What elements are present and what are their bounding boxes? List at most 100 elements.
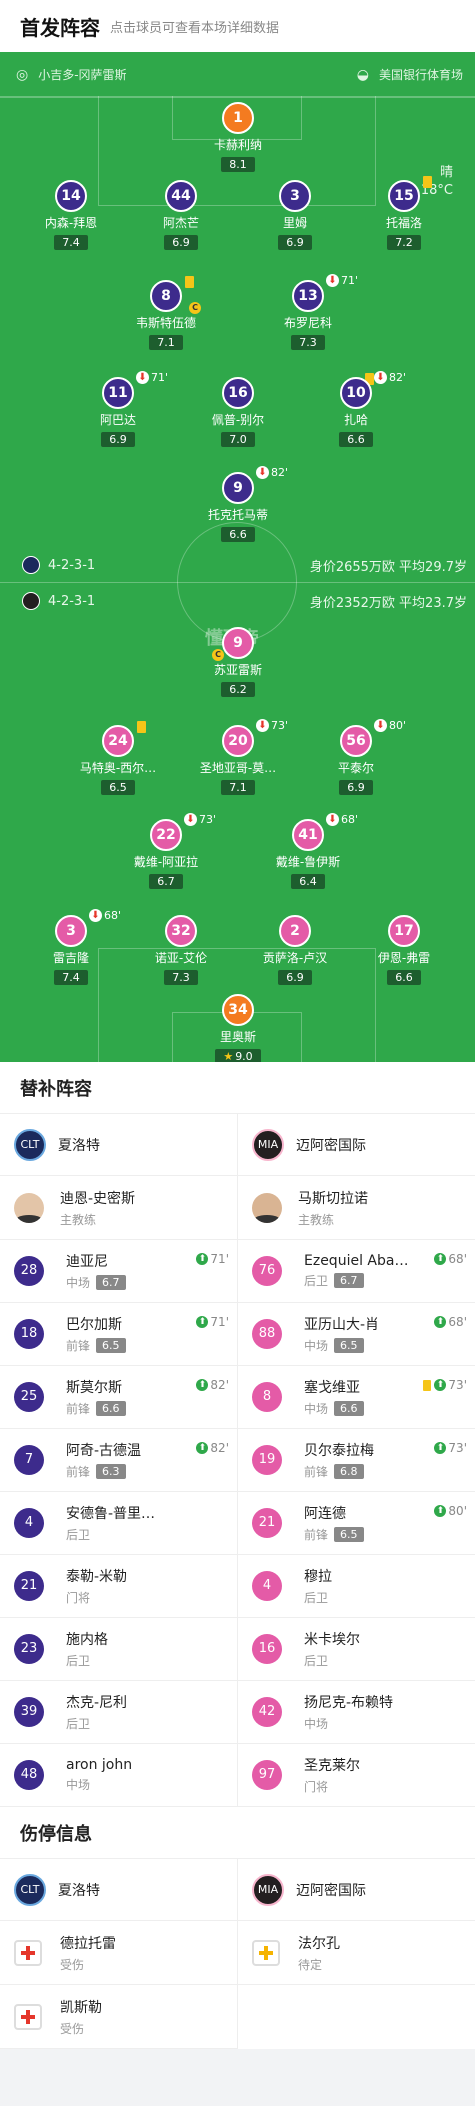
- coach-role: 主教练: [60, 1212, 97, 1227]
- player-position: 后卫: [66, 1654, 91, 1668]
- player-info: 施内格 后卫: [66, 1629, 108, 1669]
- away-injuries-team[interactable]: MIA 迈阿密国际: [238, 1859, 475, 1921]
- home-player-8[interactable]: ⬇ 71' 11 阿巴达 6.9: [63, 371, 173, 447]
- sub-player-row[interactable]: 21 泰勒-米勒 门将: [0, 1555, 237, 1618]
- home-player-11[interactable]: ⬇ 82' 9 托克托马蒂 6.6: [183, 466, 293, 542]
- sub-on-icon: ⬆: [434, 1505, 447, 1517]
- player-info: 米卡埃尔 后卫: [304, 1629, 360, 1669]
- away-player-5[interactable]: ⬇ 73' 22 戴维-阿亚拉 6.7: [111, 813, 221, 889]
- sub-minute: 71': [151, 371, 169, 384]
- injury-row[interactable]: 法尔孔 待定: [238, 1921, 475, 1985]
- player-rating: 6.6: [387, 970, 421, 985]
- home-player-5[interactable]: 15 托福洛 7.2: [349, 176, 459, 250]
- sub-player-row[interactable]: 18 巴尔加斯 前锋 6.5 ⬆ 71': [0, 1303, 237, 1366]
- coach-avatar: [252, 1192, 282, 1223]
- captain-badge: C: [212, 649, 224, 661]
- sub-on-icon: ⬆: [434, 1316, 447, 1328]
- player-name: 迪亚尼: [66, 1254, 108, 1270]
- sub-player-row[interactable]: 21 阿连德 前锋 6.5 ⬆ 80': [238, 1492, 475, 1555]
- player-meta: 后卫: [66, 1715, 127, 1732]
- sub-player-row[interactable]: 48 aron john 中场: [0, 1744, 237, 1807]
- away-player-7[interactable]: ⬇ 68' 3 雷吉隆 7.4: [16, 909, 126, 985]
- away-player-10[interactable]: 17 伊恩-弗雷 6.6: [349, 915, 459, 985]
- sub-on-badge: ⬆ 71': [196, 1315, 229, 1329]
- sub-player-row[interactable]: 76 Ezequiel Aba… 后卫 6.7 ⬆ 68': [238, 1240, 475, 1303]
- home-player-10[interactable]: ⬇ 82' 10 扎哈 6.6: [301, 371, 411, 447]
- home-player-3[interactable]: 44 阿杰芒 6.9: [126, 180, 236, 250]
- player-number: 8C: [150, 280, 201, 314]
- player-position: 前锋: [304, 1528, 329, 1542]
- away-subs-team[interactable]: MIA 迈阿密国际: [238, 1114, 475, 1176]
- sub-player-row[interactable]: 23 施内格 后卫: [0, 1618, 237, 1681]
- player-info: aron john 中场: [66, 1757, 132, 1793]
- player-name: 安德鲁-普里…: [66, 1506, 156, 1522]
- home-player-7[interactable]: ⬇ 71' 13 布罗尼科 7.3: [253, 274, 363, 350]
- player-info: 贝尔泰拉梅 前锋 6.8: [304, 1440, 374, 1480]
- stadium-icon: ◒: [356, 66, 369, 83]
- player-info: 泰勒-米勒 门将: [66, 1566, 127, 1606]
- sub-on-icon: ⬆: [196, 1253, 209, 1265]
- player-info: 阿连德 前锋 6.5: [304, 1503, 364, 1543]
- away-formation-row: 4-2-3-1: [22, 592, 95, 610]
- sub-off-icon: ⬇: [326, 813, 339, 826]
- home-player-9[interactable]: 16 佩普-别尔 7.0: [183, 377, 293, 447]
- sub-player-row[interactable]: 4 穆拉 后卫: [238, 1555, 475, 1618]
- sub-off-icon: ⬇: [256, 719, 269, 732]
- player-name: 泰勒-米勒: [66, 1569, 128, 1585]
- player-rating: 6.3: [96, 1464, 126, 1479]
- player-rating: 7.3: [291, 335, 325, 350]
- sub-player-row[interactable]: 39 杰克-尼利 后卫: [0, 1681, 237, 1744]
- player-meta: 后卫: [66, 1526, 155, 1543]
- home-player-1[interactable]: 1 卡赫利纳 8.1: [183, 102, 293, 172]
- player-number: 22: [150, 819, 182, 851]
- home-formation: 4-2-3-1: [48, 557, 96, 573]
- player-number: 10: [340, 377, 372, 409]
- player-number: 9: [222, 472, 254, 504]
- player-position: 前锋: [304, 1465, 329, 1479]
- player-name: 托克托马蒂: [207, 508, 268, 522]
- sub-player-row[interactable]: 42 扬尼克-布赖特 中场: [238, 1681, 475, 1744]
- sub-player-row[interactable]: 25 斯莫尔斯 前锋 6.6 ⬆ 82': [0, 1366, 237, 1429]
- sub-off-icon: ⬇: [326, 274, 339, 287]
- player-meta: 后卫 6.7: [304, 1272, 408, 1289]
- player-position: 前锋: [66, 1402, 91, 1416]
- injury-row[interactable]: 德拉托雷 受伤: [0, 1921, 237, 1985]
- sub-on-icon: ⬆: [434, 1253, 447, 1265]
- player-number: 4: [14, 1508, 44, 1538]
- yellow-card-icon: [423, 1379, 432, 1391]
- away-coach-row[interactable]: 马斯切拉诺 主教练: [238, 1176, 475, 1240]
- sub-player-row[interactable]: 4 安德鲁-普里… 后卫: [0, 1492, 237, 1555]
- away-player-1[interactable]: 9C 苏亚雷斯 6.2: [183, 627, 293, 697]
- away-player-11[interactable]: 34 里奥斯 ★ 9.0: [183, 994, 293, 1062]
- away-player-2[interactable]: 24 马特奥-西尔… 6.5: [63, 721, 173, 795]
- home-player-6[interactable]: 8C 韦斯特伍德 7.1: [111, 276, 221, 350]
- away-player-6[interactable]: ⬇ 68' 41 戴维-鲁伊斯 6.4: [253, 813, 363, 889]
- home-player-2[interactable]: 14 内森-拜恩 7.4: [16, 180, 126, 250]
- sub-player-row[interactable]: 19 贝尔泰拉梅 前锋 6.8 ⬆ 73': [238, 1429, 475, 1492]
- away-player-9[interactable]: 2 贡萨洛-卢汉 6.9: [240, 915, 350, 985]
- away-player-8[interactable]: 32 诺亚-艾伦 7.3: [126, 915, 236, 985]
- footer-space: [0, 2049, 475, 2105]
- sub-player-row[interactable]: 8 塞戈维亚 中场 6.6 ⬆ 73': [238, 1366, 475, 1429]
- home-player-4[interactable]: 3 里姆 6.9: [240, 180, 350, 250]
- sub-player-row[interactable]: 7 阿奇-古德温 前锋 6.3 ⬆ 82': [0, 1429, 237, 1492]
- sub-minute: 73': [271, 719, 289, 732]
- sub-player-row[interactable]: 28 迪亚尼 中场 6.7 ⬆ 71': [0, 1240, 237, 1303]
- sub-on-badge: ⬆ 82': [196, 1378, 229, 1392]
- home-coach-row[interactable]: 迪恩-史密斯 主教练: [0, 1176, 237, 1240]
- away-player-4[interactable]: ⬇ 80' 56 平泰尔 6.9: [301, 719, 411, 795]
- home-injuries-team[interactable]: CLT 夏洛特: [0, 1859, 237, 1921]
- player-number: 21: [252, 1508, 282, 1538]
- sub-player-row[interactable]: 88 亚历山大-肖 中场 6.5 ⬆ 68': [238, 1303, 475, 1366]
- sub-player-row[interactable]: 16 米卡埃尔 后卫: [238, 1618, 475, 1681]
- lineup-header: 首发阵容 点击球员可查看本场详细数据: [0, 0, 475, 52]
- away-player-3[interactable]: ⬇ 73' 20 圣地亚哥-莫… 7.1: [183, 719, 293, 795]
- injury-row[interactable]: 凯斯勒 受伤: [0, 1985, 237, 2049]
- home-subs-team[interactable]: CLT 夏洛特: [0, 1114, 237, 1176]
- stadium-info: ◒ 美国银行体育场: [357, 66, 463, 83]
- sub-off-badge: ⬇ 68': [326, 813, 358, 826]
- sub-player-row[interactable]: 97 圣克莱尔 门将: [238, 1744, 475, 1807]
- sub-minute: 80': [389, 719, 407, 732]
- sub-on-badge: ⬆ 68': [434, 1252, 467, 1266]
- player-number: 23: [14, 1634, 44, 1664]
